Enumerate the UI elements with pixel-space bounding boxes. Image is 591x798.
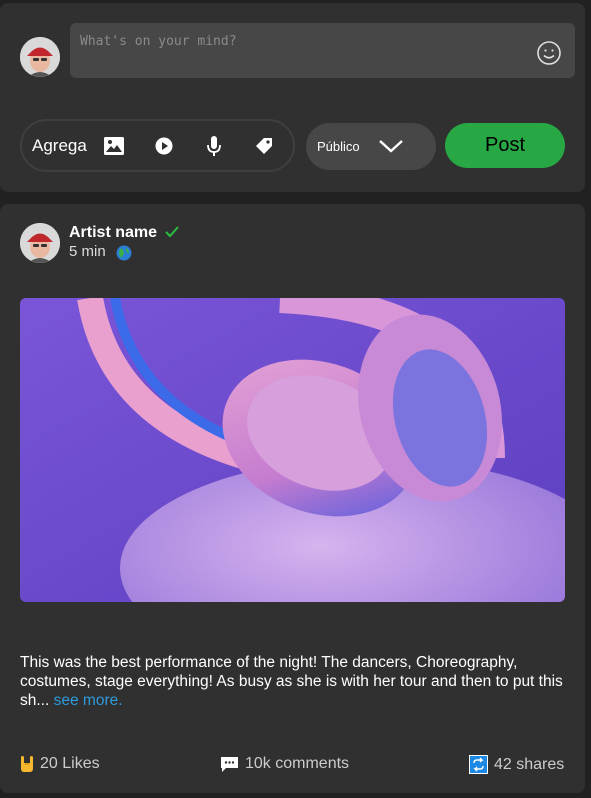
post-image[interactable] — [20, 298, 565, 602]
post-text: This was the best performance of the nig… — [20, 653, 572, 710]
shares-count: 42 shares — [494, 755, 565, 773]
comments-count: 10k comments — [245, 755, 350, 772]
avatar[interactable] — [20, 37, 60, 77]
microphone-icon[interactable] — [202, 134, 226, 158]
feed-post: Artist name 5 min This was the best perf… — [0, 204, 585, 793]
audience-label: Público — [317, 139, 360, 154]
play-icon[interactable] — [152, 134, 176, 158]
tag-icon[interactable] — [252, 134, 276, 158]
likes-count: 20 Likes — [40, 755, 100, 772]
audience-selector[interactable]: Público — [306, 123, 436, 170]
see-more-link[interactable]: see more. — [54, 692, 123, 709]
status-input[interactable] — [70, 23, 510, 78]
verified-check-icon — [164, 225, 180, 244]
share-icon — [469, 755, 488, 774]
status-input-box — [70, 23, 575, 78]
comment-icon — [221, 756, 238, 772]
attachment-toolbar: Agrega — [20, 119, 295, 172]
rock-hand-icon — [21, 756, 33, 772]
likes-button[interactable]: 20 Likes — [20, 755, 100, 773]
add-label[interactable]: Agrega — [32, 136, 87, 156]
author-name[interactable]: Artist name — [69, 224, 157, 242]
comments-button[interactable]: 10k comments — [220, 755, 349, 773]
post-time: 5 min — [69, 243, 106, 260]
smiley-icon[interactable] — [535, 39, 563, 67]
avatar[interactable] — [20, 223, 60, 263]
image-icon[interactable] — [102, 134, 126, 158]
shares-button[interactable]: 42 shares — [469, 755, 564, 774]
post-button[interactable]: Post — [445, 123, 565, 168]
post-composer: Agrega Público Post — [0, 3, 585, 192]
globe-icon — [116, 245, 132, 266]
chevron-down-icon — [379, 140, 403, 153]
